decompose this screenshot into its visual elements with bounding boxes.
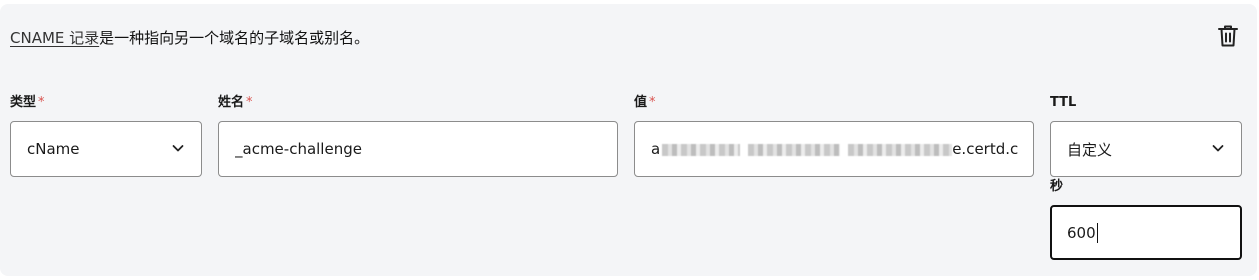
redacted-segment xyxy=(848,143,953,156)
record-description: CNAME 记录是一种指向另一个域名的子域名或别名。 xyxy=(10,28,369,48)
required-mark: * xyxy=(38,95,45,110)
type-select-value: cName xyxy=(27,140,80,158)
seconds-label: 秒 xyxy=(1050,178,1063,196)
type-label-text: 类型 xyxy=(10,95,37,110)
required-mark: * xyxy=(649,95,656,110)
value-label: 值 * xyxy=(634,94,656,112)
value-label-text: 值 xyxy=(634,95,648,110)
name-input[interactable]: _acme-challenge xyxy=(218,121,618,177)
value-prefix: a xyxy=(651,140,661,158)
value-input-content: a e.certd.c xyxy=(651,140,1018,158)
redacted-segment xyxy=(662,143,741,156)
required-mark: * xyxy=(246,95,253,110)
chevron-down-icon xyxy=(1212,145,1224,152)
type-select[interactable]: cName xyxy=(10,121,202,177)
seconds-label-text: 秒 xyxy=(1050,179,1064,194)
ttl-select-value: 自定义 xyxy=(1067,140,1113,159)
cname-record-link[interactable]: CNAME 记录 xyxy=(10,29,99,47)
chevron-down-icon xyxy=(172,145,184,152)
value-suffix: e.certd.c xyxy=(952,140,1019,158)
value-input[interactable]: a e.certd.c xyxy=(634,121,1034,177)
name-label: 姓名 * xyxy=(218,94,253,112)
ttl-label: TTL xyxy=(1050,94,1076,112)
type-label: 类型 * xyxy=(10,94,45,112)
ttl-select[interactable]: 自定义 xyxy=(1050,121,1242,177)
cname-record-card: CNAME 记录是一种指向另一个域名的子域名或别名。 类型 * cName 姓名 *… xyxy=(0,4,1257,276)
name-input-value: _acme-challenge xyxy=(235,140,362,158)
seconds-input[interactable]: 600 xyxy=(1050,205,1242,260)
text-caret xyxy=(1096,222,1098,243)
record-description-text: 是一种指向另一个域名的子域名或别名。 xyxy=(99,29,370,47)
name-label-text: 姓名 xyxy=(218,95,245,110)
trash-icon[interactable] xyxy=(1216,23,1240,49)
redacted-segment xyxy=(748,143,841,156)
seconds-input-value: 600 xyxy=(1067,223,1096,242)
ttl-label-text: TTL xyxy=(1050,95,1077,110)
